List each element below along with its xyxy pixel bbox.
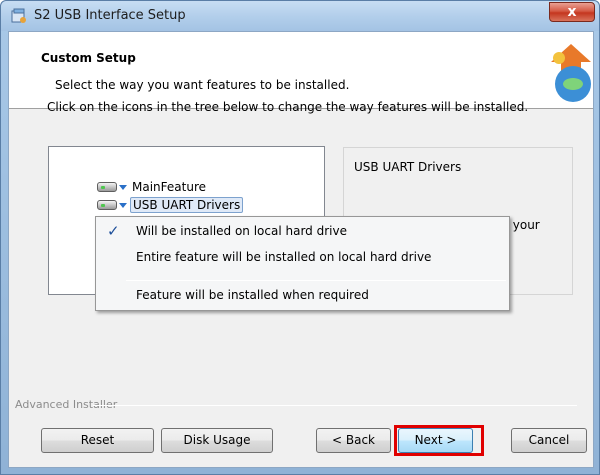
close-icon: x <box>567 4 577 20</box>
window-title: S2 USB Interface Setup <box>34 8 186 23</box>
hard-drive-icon[interactable] <box>97 200 117 210</box>
header-banner: Custom Setup Select the way you want fea… <box>9 32 593 109</box>
menu-item-local-hard-drive[interactable]: ✓ Will be installed on local hard drive <box>98 220 507 242</box>
setup-window: S2 USB Interface Setup x Custom Setup Se… <box>0 0 600 475</box>
menu-separator <box>126 280 506 281</box>
installer-logo-icon <box>551 44 591 102</box>
menu-item-label: Feature will be installed when required <box>136 288 369 302</box>
disk-usage-button[interactable]: Disk Usage <box>161 428 273 453</box>
tree-item-mainfeature[interactable]: MainFeature <box>97 178 208 196</box>
next-button-highlight <box>394 425 484 456</box>
installer-app-icon <box>11 8 26 23</box>
tree-item-label: USB UART Drivers <box>130 197 244 213</box>
instruction-text: Click on the icons in the tree below to … <box>47 100 529 114</box>
back-button[interactable]: < Back <box>316 428 391 453</box>
tree-item-usb-uart-drivers[interactable]: USB UART Drivers <box>97 196 244 214</box>
menu-item-label: Will be installed on local hard drive <box>136 224 347 238</box>
footer-divider <box>93 405 577 406</box>
install-option-menu: ✓ Will be installed on local hard drive … <box>95 216 510 311</box>
cancel-button[interactable]: Cancel <box>511 428 587 453</box>
tree-item-label: MainFeature <box>132 180 206 194</box>
page-subtitle: Select the way you want features to be i… <box>55 78 350 92</box>
menu-item-label: Entire feature will be installed on loca… <box>136 250 432 264</box>
checkmark-icon: ✓ <box>107 222 120 240</box>
menu-item-entire-feature[interactable]: Entire feature will be installed on loca… <box>98 246 507 268</box>
dropdown-arrow-icon[interactable] <box>119 184 127 190</box>
title-bar[interactable]: S2 USB Interface Setup x <box>1 1 599 31</box>
feature-description-title: USB UART Drivers <box>354 160 462 174</box>
reset-button[interactable]: Reset <box>41 428 154 453</box>
close-button[interactable]: x <box>549 2 595 22</box>
menu-item-when-required[interactable]: Feature will be installed when required <box>98 284 507 306</box>
page-title: Custom Setup <box>41 51 136 65</box>
dropdown-arrow-icon[interactable] <box>119 202 127 208</box>
hard-drive-icon[interactable] <box>97 182 117 192</box>
